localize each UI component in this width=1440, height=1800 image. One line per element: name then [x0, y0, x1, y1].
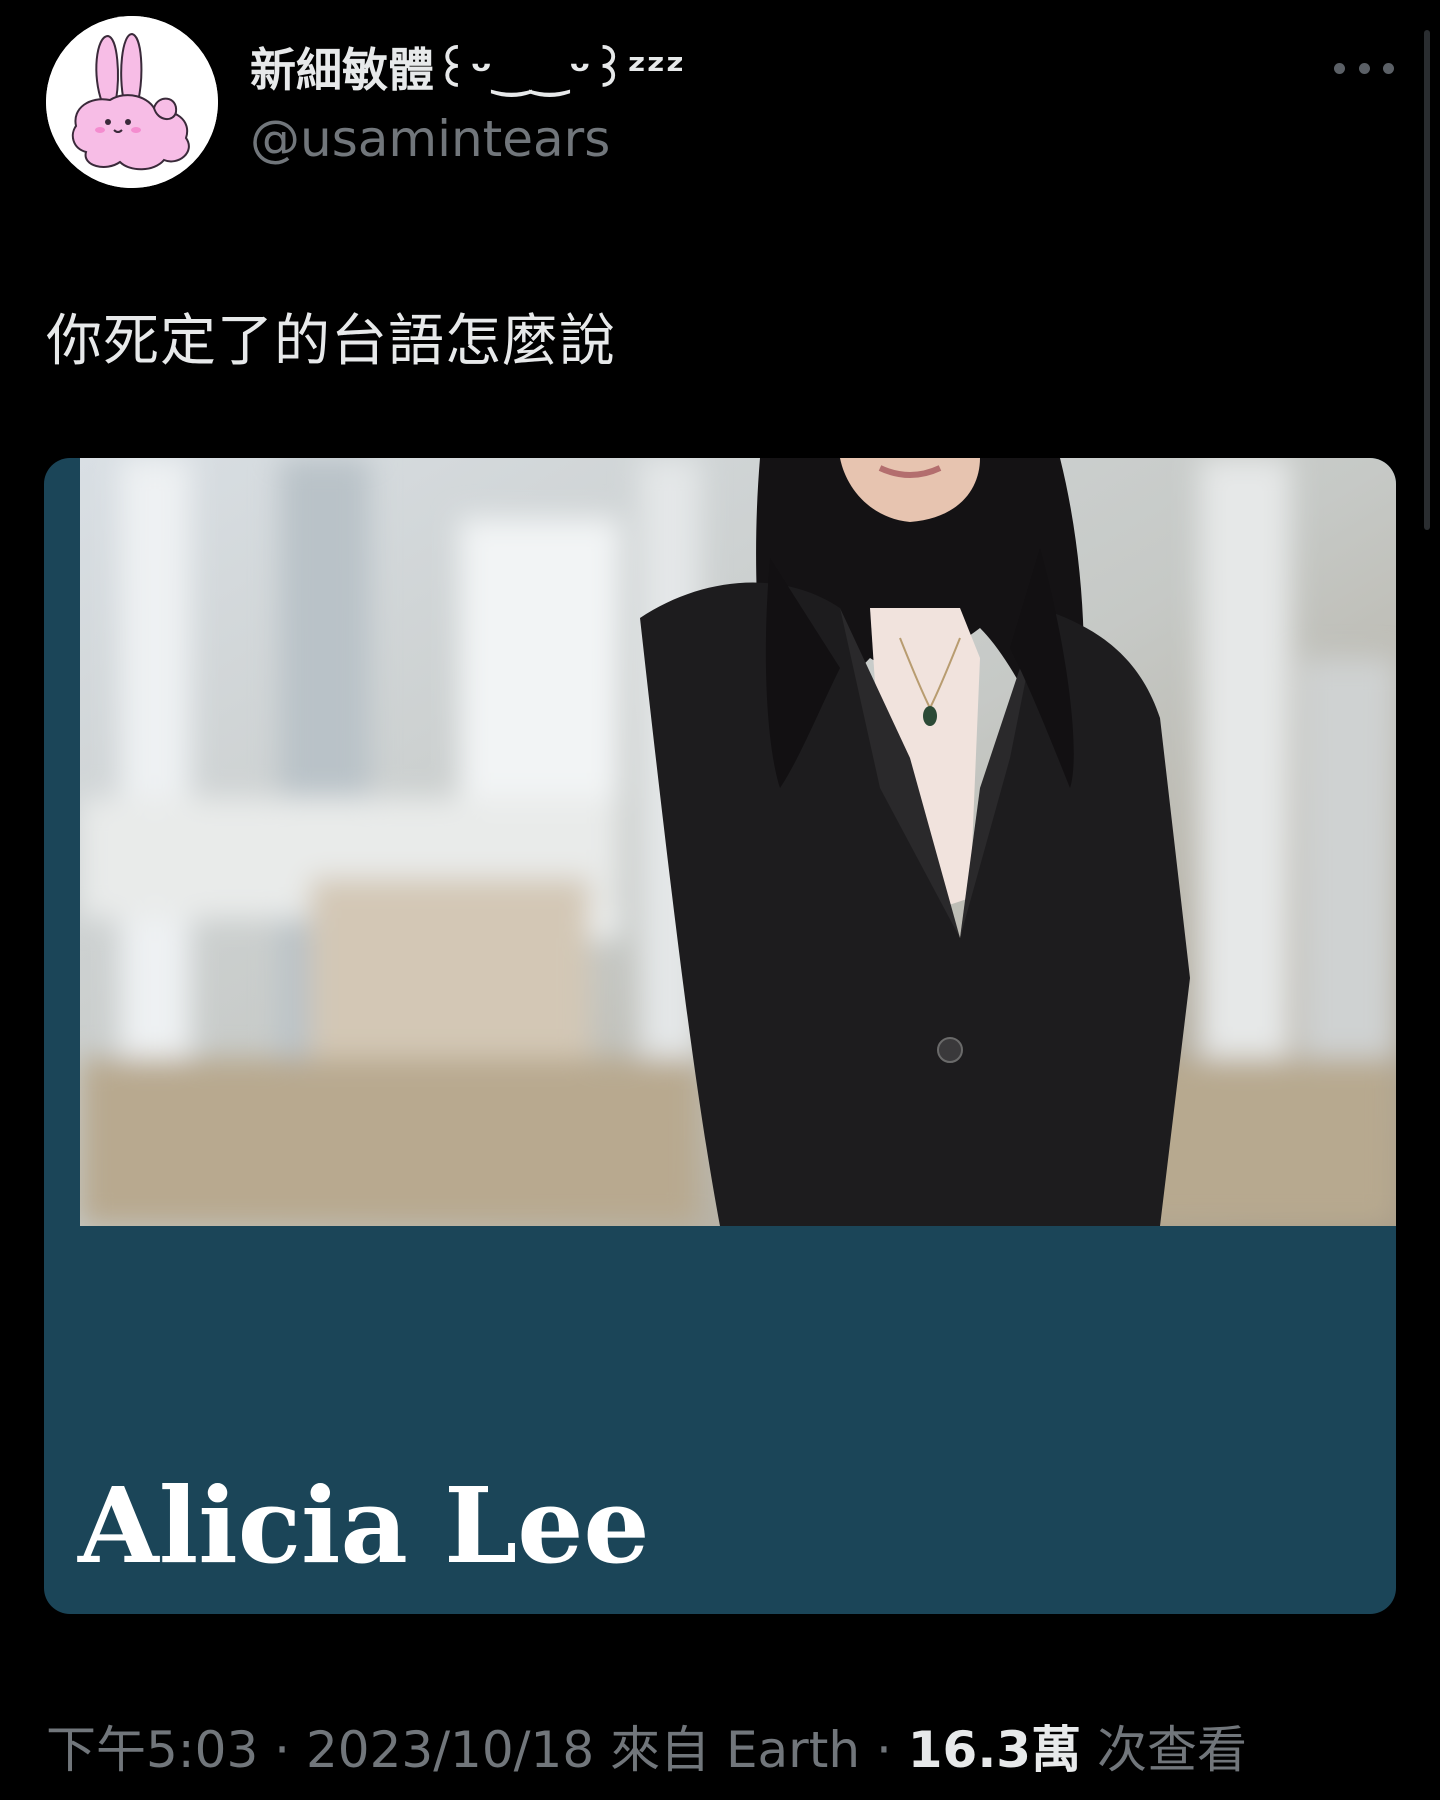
tweet-media-image[interactable]: Alicia Lee [44, 458, 1396, 1614]
views-count[interactable]: 16.3萬 [908, 1721, 1081, 1779]
avatar[interactable] [46, 16, 218, 188]
tweet: 新細敏體꒰ᵕ‿‿ᵕ꒱ᶻᶻᶻ @usamintears 你死定了的台語怎麼說 Al… [0, 0, 1440, 1800]
more-horizontal-icon-dot [1358, 62, 1370, 74]
tweet-time[interactable]: 下午5:03 [46, 1721, 258, 1779]
meta-separator: · [258, 1721, 306, 1779]
user-handle[interactable]: @usamintears [250, 110, 610, 168]
more-horizontal-icon [1334, 62, 1345, 74]
portrait-photo [80, 458, 1396, 1226]
tweet-metadata: 下午5:03 · 2023/10/18 來自 Earth · 16.3萬 次查看 [46, 1710, 1247, 1782]
tweet-source: 來自 Earth [610, 1721, 861, 1779]
more-options-button[interactable] [1334, 48, 1394, 88]
views-label: 次查看 [1097, 1721, 1248, 1779]
display-name[interactable]: 新細敏體꒰ᵕ‿‿ᵕ꒱ᶻᶻᶻ [250, 34, 685, 100]
meta-separator-2: · [860, 1721, 908, 1779]
more-horizontal-icon-dot [1383, 62, 1394, 74]
tweet-text: 你死定了的台語怎麼說 [46, 309, 616, 374]
media-caption-name: Alicia Lee [78, 1464, 650, 1587]
tweet-date[interactable]: 2023/10/18 [306, 1721, 594, 1779]
pink-bunny-avatar-icon [46, 16, 218, 188]
scrollbar[interactable] [1424, 30, 1430, 530]
